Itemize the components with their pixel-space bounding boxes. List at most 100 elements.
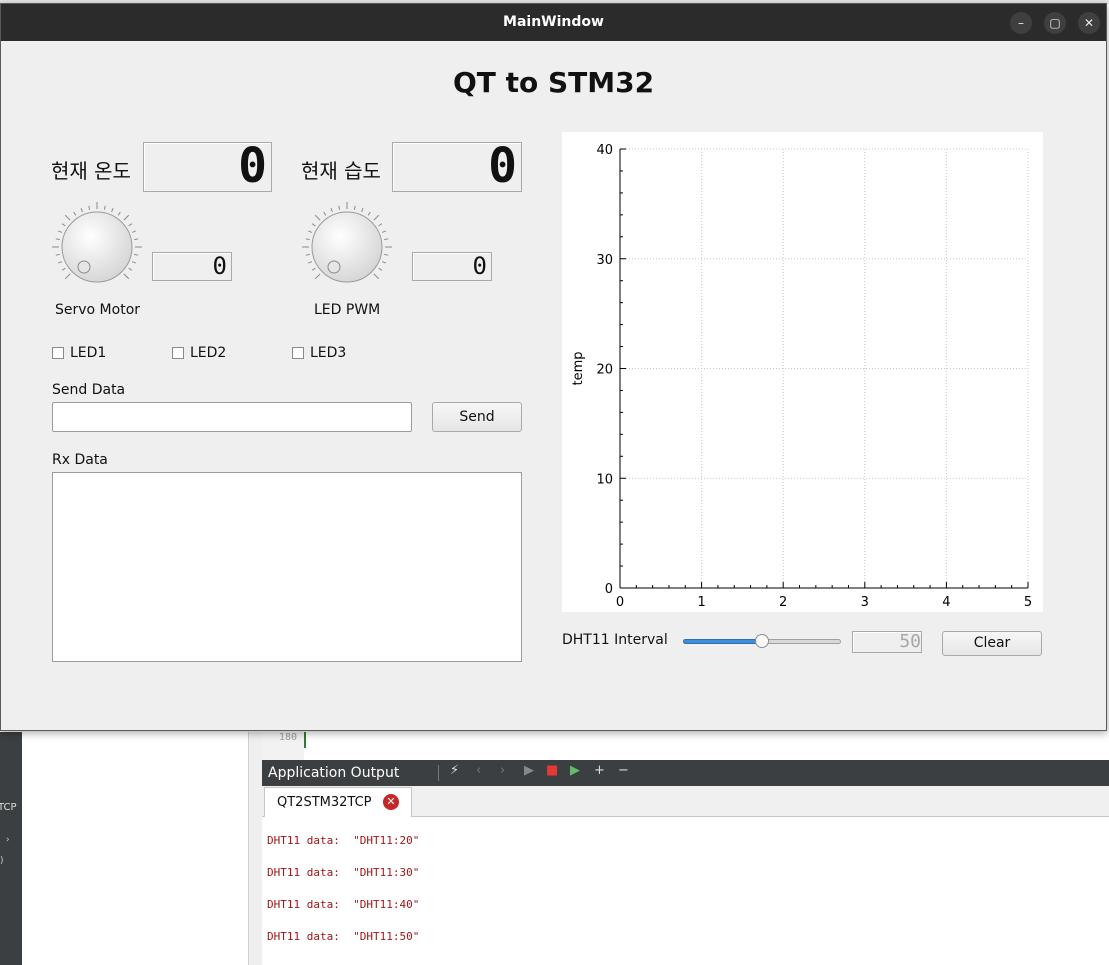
- slider-fill: [683, 639, 762, 644]
- humidity-label: 현재 습도: [301, 159, 381, 183]
- clean-icon[interactable]: ⚡: [450, 763, 459, 778]
- led-pwm-label: LED PWM: [314, 302, 381, 318]
- dial-tick: [381, 261, 386, 264]
- dial-tick: [134, 238, 139, 241]
- servo-motor-lcd: 0: [152, 252, 232, 281]
- ide-splitter[interactable]: [249, 732, 262, 965]
- maximize-button[interactable]: ▢: [1044, 12, 1066, 34]
- output-line: DHT11 data: "DHT11:30": [267, 866, 420, 879]
- dial-tick: [373, 214, 380, 221]
- dial-tick: [308, 230, 313, 233]
- dial-tick: [361, 208, 364, 213]
- ide-mode-label: TCP: [0, 802, 17, 813]
- led3-label: LED3: [310, 345, 347, 361]
- y-tick-label: 10: [596, 472, 613, 487]
- ide-line-number: 180: [279, 732, 298, 743]
- ide-output-toolbar: Application Output ⚡ ‹ › ▶ ■ ▶ + −: [262, 760, 1109, 786]
- dial-tick: [311, 223, 316, 227]
- close-button[interactable]: ✕: [1078, 12, 1100, 34]
- dial-tick: [338, 205, 341, 210]
- send-data-label: Send Data: [52, 382, 126, 398]
- ide-line-number-area: 180: [262, 732, 304, 760]
- dial-tick: [131, 230, 136, 233]
- dial-tick: [305, 253, 310, 256]
- y-tick-label: 40: [596, 143, 613, 158]
- servo-motor-label: Servo Motor: [55, 302, 141, 318]
- zoom-in-icon[interactable]: +: [594, 763, 605, 778]
- dial-tick: [384, 238, 389, 241]
- prev-icon[interactable]: ‹: [476, 763, 481, 778]
- dial-tick: [305, 238, 310, 241]
- run-icon[interactable]: ▶: [524, 763, 534, 778]
- dial-tick: [73, 211, 77, 216]
- led2-checkbox[interactable]: LED2: [172, 345, 226, 361]
- ide-editor[interactable]: 180: [262, 732, 1109, 760]
- next-icon[interactable]: ›: [500, 763, 505, 778]
- dial-tick: [330, 208, 333, 213]
- x-tick-label: 3: [861, 595, 869, 610]
- dial-tick: [134, 253, 139, 256]
- led1-checkbox[interactable]: LED1: [52, 345, 106, 361]
- debug-run-icon[interactable]: ▶: [570, 763, 580, 778]
- dial-tick: [88, 205, 91, 210]
- temperature-label: 현재 온도: [51, 159, 131, 183]
- x-tick-label: 2: [779, 595, 787, 610]
- rx-data-textarea[interactable]: [52, 472, 522, 662]
- checkbox-box[interactable]: [292, 347, 304, 359]
- window-title: MainWindow: [503, 14, 604, 30]
- dial-tick: [314, 273, 321, 280]
- send-button[interactable]: Send: [432, 402, 522, 432]
- dial-tick: [123, 214, 130, 221]
- tab-qt2stm32tcp[interactable]: QT2STM32TCP ✕: [264, 787, 412, 817]
- interval-slider[interactable]: [683, 634, 841, 648]
- led2-label: LED2: [190, 345, 227, 361]
- close-icon[interactable]: ✕: [383, 794, 399, 810]
- x-tick-label: 4: [942, 595, 950, 610]
- x-tick-label: 5: [1024, 595, 1032, 610]
- clear-button[interactable]: Clear: [942, 631, 1042, 656]
- y-axis-label: temp: [571, 351, 586, 385]
- led-pwm-dial[interactable]: [301, 201, 393, 293]
- dial-tick: [308, 261, 313, 264]
- interval-label: DHT11 Interval: [562, 632, 668, 648]
- dial-tick: [58, 230, 63, 233]
- dial-tick: [58, 261, 63, 264]
- dial-tick: [311, 267, 316, 271]
- ide-expand-icon[interactable]: ›: [6, 835, 10, 845]
- dial-tick: [123, 273, 130, 280]
- minimize-button[interactable]: –: [1010, 12, 1032, 34]
- rx-data-label: Rx Data: [52, 452, 108, 468]
- ide-text-cursor: [304, 732, 306, 748]
- servo-motor-dial[interactable]: [51, 201, 143, 293]
- window-titlebar[interactable]: MainWindow – ▢ ✕: [1, 4, 1106, 41]
- dial-tick: [61, 223, 66, 227]
- temperature-lcd: 0: [143, 142, 272, 192]
- ide-output-title: Application Output: [268, 765, 400, 781]
- chart-plot: 0 1 2 3 4 5 0 10 20 30 40 temp: [571, 143, 1032, 610]
- dial-tick: [55, 238, 60, 241]
- dial-tick: [384, 253, 389, 256]
- output-line: DHT11 data: "DHT11:20": [267, 834, 420, 847]
- x-tick-label: 1: [697, 595, 705, 610]
- ide-output-tabs: QT2STM32TCP ✕: [262, 786, 1109, 817]
- page-title: QT to STM32: [452, 66, 655, 99]
- ide-mode-glyph: ): [0, 856, 4, 866]
- humidity-lcd: 0: [392, 142, 522, 192]
- output-line: DHT11 data: "DHT11:50": [267, 930, 420, 943]
- dial-tick: [64, 214, 71, 221]
- dial-tick: [128, 223, 133, 227]
- slider-handle[interactable]: [755, 634, 769, 648]
- stop-icon[interactable]: ■: [546, 763, 558, 778]
- dial-tick: [378, 223, 383, 227]
- y-tick-label: 30: [596, 253, 613, 268]
- checkbox-box[interactable]: [52, 347, 64, 359]
- led3-checkbox[interactable]: LED3: [292, 345, 346, 361]
- send-data-input[interactable]: [52, 402, 412, 432]
- dial-tick: [103, 205, 106, 210]
- zoom-out-icon[interactable]: −: [618, 763, 629, 778]
- x-tick-label: 0: [616, 595, 624, 610]
- dial-tick: [55, 253, 60, 256]
- ide-output-pane[interactable]: DHT11 data: "DHT11:20" DHT11 data: "DHT1…: [262, 817, 1109, 965]
- output-line: DHT11 data: "DHT11:40": [267, 898, 420, 911]
- checkbox-box[interactable]: [172, 347, 184, 359]
